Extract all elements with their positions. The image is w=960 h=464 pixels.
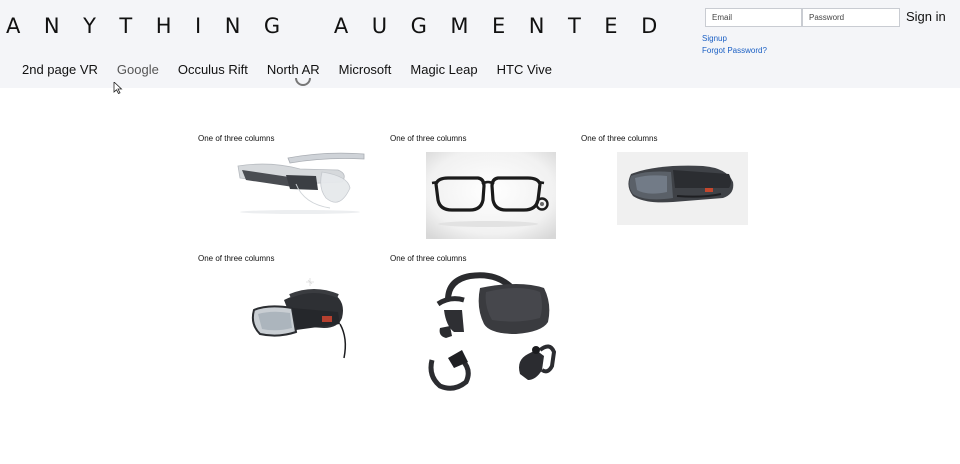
main-nav: 2nd page VR Google Occulus Rift North AR… <box>22 62 571 77</box>
mouse-pointer-icon <box>113 82 123 94</box>
column-label: One of three columns <box>390 254 467 263</box>
north-focals-glasses-image <box>426 152 556 239</box>
oculus-rift-image <box>424 270 560 394</box>
nav-item-2nd-page-vr[interactable]: 2nd page VR <box>22 62 98 77</box>
site-brand[interactable]: ANYTHING AUGMENTED <box>6 14 681 38</box>
forgot-password-link[interactable]: Forgot Password? <box>702 45 767 57</box>
nav-item-magic-leap[interactable]: Magic Leap <box>410 62 477 77</box>
column-label: One of three columns <box>198 134 275 143</box>
signup-link[interactable]: Signup <box>702 33 767 45</box>
magic-leap-headset-image <box>248 276 358 366</box>
nav-item-occulus-rift[interactable]: Occulus Rift <box>178 62 248 77</box>
column-label: One of three columns <box>581 134 658 143</box>
nav-item-north-ar[interactable]: North AR <box>267 62 320 77</box>
auth-links: Signup Forgot Password? <box>702 33 767 57</box>
site-header: ANYTHING AUGMENTED 2nd page VR Google Oc… <box>0 0 960 94</box>
nav-item-microsoft[interactable]: Microsoft <box>339 62 392 77</box>
nav-item-google[interactable]: Google <box>117 62 159 77</box>
column-label: One of three columns <box>390 134 467 143</box>
email-field[interactable] <box>705 8 802 27</box>
loading-spinner-icon <box>295 78 315 90</box>
google-glass-image <box>230 148 368 214</box>
signin-button[interactable]: Sign in <box>906 9 946 24</box>
hololens-image <box>617 152 748 225</box>
nav-item-htc-vive[interactable]: HTC Vive <box>497 62 552 77</box>
password-field[interactable] <box>802 8 900 27</box>
column-label: One of three columns <box>198 254 275 263</box>
